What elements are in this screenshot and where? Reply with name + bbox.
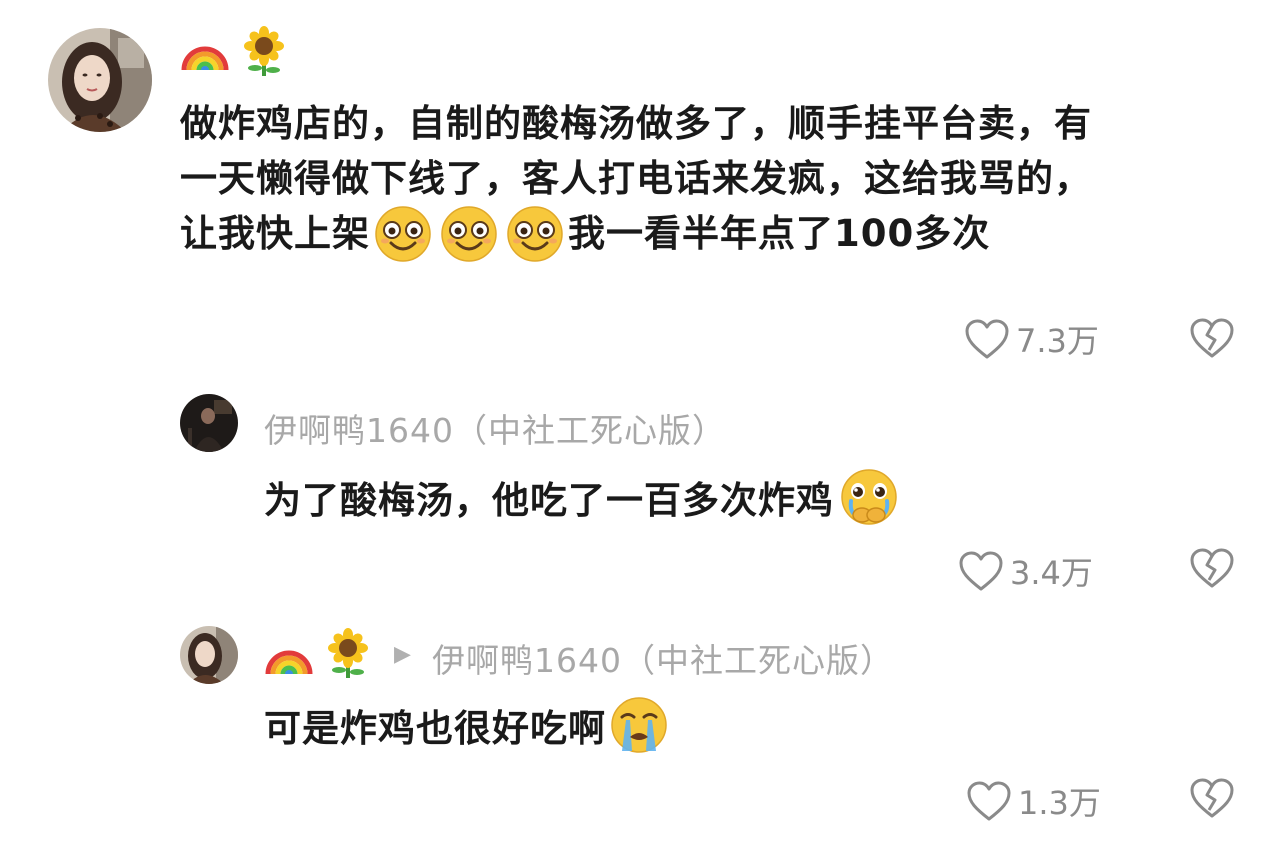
reply-author-avatar[interactable]: [180, 394, 238, 452]
smile-emoji: [438, 205, 500, 263]
reply-username[interactable]: 伊啊鸭1640（中社工死心版）: [264, 404, 726, 452]
comment-like-button[interactable]: 7.3万: [964, 316, 1099, 362]
broken-heart-icon[interactable]: [1188, 546, 1236, 590]
smile-emoji: [504, 205, 566, 263]
like-count: 7.3万: [1016, 322, 1099, 360]
rainbow-icon: [264, 630, 314, 680]
reply-text: 可是炸鸡也很好吃啊: [264, 694, 670, 756]
comment-text-segment: 我一看半年点了100多次: [568, 212, 991, 255]
comment-text-segment: 让我快上架: [180, 212, 370, 255]
reply-text: 为了酸梅汤，他吃了一百多次炸鸡: [264, 466, 900, 528]
reply-text-segment: 为了酸梅汤，他吃了一百多次炸鸡: [264, 479, 834, 522]
comment-text-line: 一天懒得做下线了，客人打电话来发疯，这给我骂的，: [180, 157, 1092, 200]
reply-to-arrow-icon: ▶: [394, 642, 411, 667]
pleading-cry-emoji: [838, 467, 900, 527]
reply-to-username[interactable]: 伊啊鸭1640（中社工死心版）: [432, 634, 894, 682]
comment-text-line: 让我快上架 我一看半年点了100多次: [180, 205, 1240, 263]
rainbow-icon: [180, 26, 230, 76]
broken-heart-icon[interactable]: [1188, 316, 1236, 360]
broken-heart-icon[interactable]: [1188, 776, 1236, 820]
reply-author-avatar[interactable]: [180, 626, 238, 684]
reply-like-button[interactable]: 3.4万: [958, 548, 1093, 594]
comment-text-line: 做炸鸡店的，自制的酸梅汤做多了，顺手挂平台卖，有: [180, 102, 1092, 145]
comment-author-avatar[interactable]: [48, 28, 152, 132]
sunflower-icon: [324, 628, 372, 680]
reply-text-segment: 可是炸鸡也很好吃啊: [264, 707, 606, 750]
reply-like-button[interactable]: 1.3万: [966, 778, 1101, 824]
heart-icon: [964, 318, 1010, 360]
heart-icon: [958, 550, 1004, 592]
smile-emoji: [372, 205, 434, 263]
like-count: 3.4万: [1010, 554, 1093, 592]
comment-text: 做炸鸡店的，自制的酸梅汤做多了，顺手挂平台卖，有 一天懒得做下线了，客人打电话来…: [180, 96, 1240, 263]
sunflower-icon: [240, 26, 288, 78]
crying-emoji: [608, 695, 670, 755]
heart-icon: [966, 780, 1012, 822]
like-count: 1.3万: [1018, 784, 1101, 822]
